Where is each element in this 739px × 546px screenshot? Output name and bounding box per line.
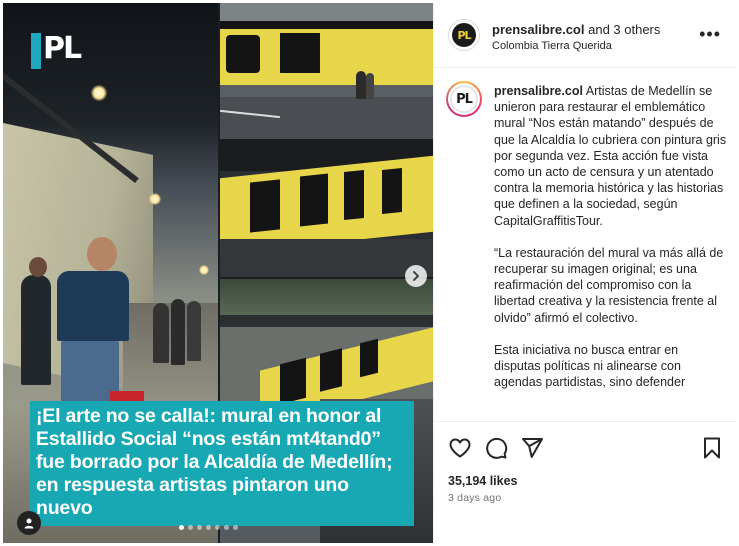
carousel-next-button[interactable] [405,265,427,287]
photo-mural-day [220,3,433,139]
comments-panel[interactable]: PL prensalibre.col Artistas de Medellín … [434,69,737,421]
likes-count[interactable]: 35,194 likes [448,474,518,488]
carousel-indicator [179,525,238,530]
person-icon [24,518,34,529]
logo-side-strip [31,33,41,69]
bookmark-icon[interactable] [700,436,724,460]
collaborators-label[interactable]: and 3 others [588,22,660,37]
description-username[interactable]: prensalibre.col [494,84,583,98]
heart-icon[interactable] [448,436,472,460]
more-options-button[interactable]: ••• [699,25,721,43]
description-paragraph: Esta iniciativa no busca entrar en dispu… [494,342,686,390]
post-sidebar: PL prensalibre.col and 3 others Colombia… [433,3,737,543]
author-avatar[interactable]: PL [448,19,480,51]
carousel-dot [197,525,202,530]
description-paragraph: “La restauración del mural va más allá d… [494,245,724,325]
instagram-post: PL ¡El arte no se calla!: mural en honor… [0,0,739,546]
comment-icon[interactable] [484,436,508,460]
carousel-dot [215,525,220,530]
author-avatar-story[interactable]: PL [446,81,482,117]
carousel-dot [188,525,193,530]
publisher-logo: PL [31,31,85,71]
more-horizontal-icon: ••• [699,24,721,44]
avatar-logo: PL [450,85,478,113]
carousel-dot [179,525,184,530]
carousel-dot [206,525,211,530]
media-caption-text: ¡El arte no se calla!: mural en honor al… [36,405,393,519]
chevron-right-icon [413,271,419,281]
author-username[interactable]: prensalibre.col [492,22,584,37]
media-caption-box: ¡El arte no se calla!: mural en honor al… [30,401,414,526]
avatar-logo: PL [452,23,476,47]
location-link[interactable]: Colombia Tierra Querida [492,40,612,52]
description-paragraph: prensalibre.col Artistas de Medellín se … [494,83,728,229]
post-timestamp[interactable]: 3 days ago [448,492,501,504]
post-actions: 35,194 likes 3 days ago [434,421,737,543]
author-line: prensalibre.col and 3 others [492,22,660,37]
post-media[interactable]: PL ¡El arte no se calla!: mural en honor… [3,3,433,543]
description-text-1: Artistas de Medellín se unieron para res… [494,84,727,228]
send-icon[interactable] [520,436,544,460]
tagged-users-button[interactable] [17,511,41,535]
photo-mural-night [220,141,433,277]
carousel-dot [224,525,229,530]
carousel-dot [233,525,238,530]
post-header: PL prensalibre.col and 3 others Colombia… [434,3,737,68]
post-description: prensalibre.col Artistas de Medellín se … [494,83,728,406]
logo-text: PL [43,31,82,66]
